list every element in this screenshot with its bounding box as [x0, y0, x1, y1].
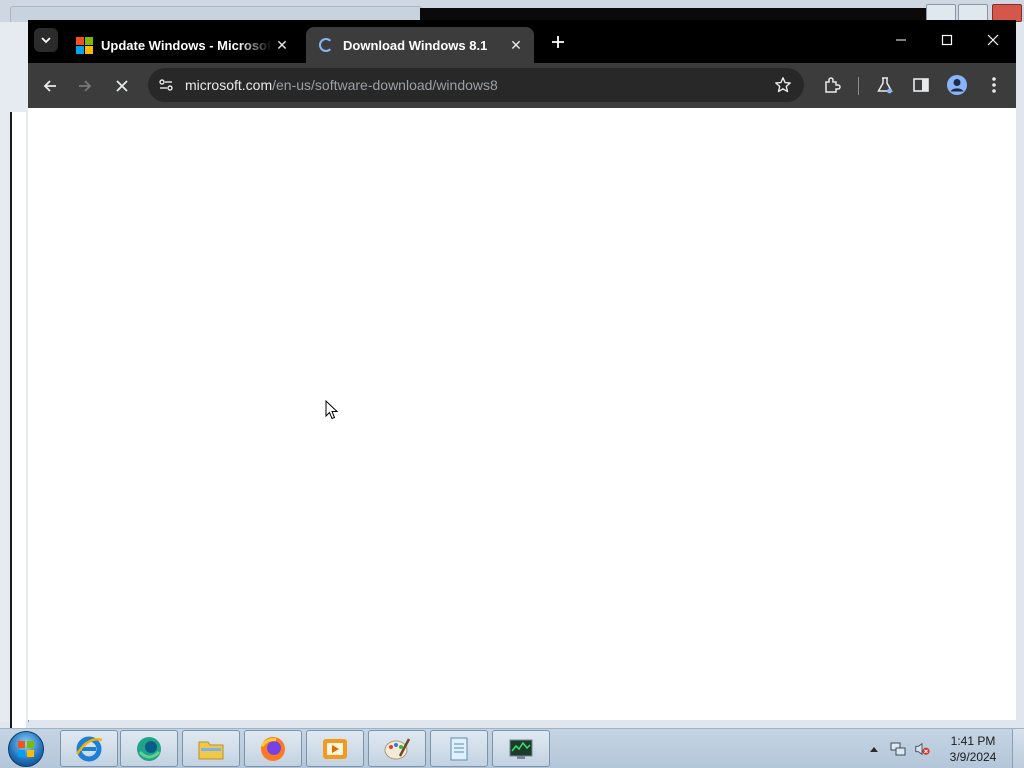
taskbar-internet-explorer[interactable]: [60, 730, 118, 767]
url-host: microsoft.com: [185, 77, 273, 93]
extensions-icon[interactable]: [819, 72, 845, 98]
forward-button[interactable]: [70, 71, 100, 101]
maximize-icon: [941, 34, 953, 46]
close-window-button[interactable]: [970, 20, 1016, 60]
page-viewport[interactable]: [28, 108, 1016, 720]
background-window-content: [10, 112, 26, 742]
new-tab-button[interactable]: [546, 30, 570, 54]
taskbar-file-explorer[interactable]: [182, 730, 240, 767]
paint-icon: [384, 737, 411, 759]
file-explorer-icon: [198, 741, 224, 759]
windows-logo-icon: [8, 731, 44, 767]
chevron-down-icon: [41, 37, 51, 44]
tab-search-button[interactable]: [34, 28, 58, 52]
start-button[interactable]: [6, 730, 46, 768]
tab-title: Download Windows 8.1: [343, 37, 488, 53]
profile-icon[interactable]: [944, 72, 970, 98]
taskbar-edge[interactable]: [120, 730, 178, 767]
background-window-edge: [0, 22, 29, 742]
close-icon[interactable]: ✕: [272, 35, 292, 55]
stop-loading-button[interactable]: [107, 71, 137, 101]
address-bar[interactable]: microsoft.com/en-us/software-download/wi…: [148, 68, 804, 102]
taskbar-task-manager[interactable]: [492, 730, 550, 767]
minimize-icon: [896, 39, 906, 41]
microsoft-logo-icon: [76, 37, 93, 54]
site-info-icon[interactable]: [156, 75, 176, 95]
show-hidden-icons-arrow-icon[interactable]: [866, 741, 882, 757]
side-panel-icon[interactable]: [908, 72, 934, 98]
network-icon[interactable]: [890, 741, 906, 757]
volume-muted-icon[interactable]: [914, 741, 930, 757]
back-arrow-icon: [43, 80, 56, 92]
close-icon[interactable]: ✕: [506, 35, 526, 55]
labs-flask-icon[interactable]: [872, 72, 898, 98]
more-menu-icon[interactable]: [981, 72, 1007, 98]
url-path: /en-us/software-download/windows8: [272, 77, 498, 93]
minimize-button[interactable]: [878, 20, 924, 60]
taskbar: 1:41 PM 3/9/2024: [0, 728, 1024, 768]
forward-arrow-icon: [79, 80, 92, 92]
taskbar-media-player[interactable]: [306, 730, 364, 767]
tab-update-windows[interactable]: Update Windows - Microsoft S ✕: [64, 27, 300, 63]
loading-spinner-icon: [318, 37, 334, 53]
taskbar-paint[interactable]: [368, 730, 426, 767]
tab-strip: Update Windows - Microsoft S ✕ Download …: [28, 20, 1016, 63]
firefox-icon: [260, 736, 285, 761]
edge-icon: [137, 736, 161, 761]
tab-download-windows[interactable]: Download Windows 8.1 ✕: [306, 27, 534, 63]
stop-loading-icon: [116, 80, 128, 92]
address-url: microsoft.com/en-us/software-download/wi…: [185, 77, 498, 93]
tab-title: Update Windows - Microsoft S: [101, 37, 272, 53]
maximize-button[interactable]: [924, 20, 970, 60]
plus-icon: [552, 36, 564, 48]
clock-date: 3/9/2024: [949, 750, 997, 764]
taskbar-notepad[interactable]: [430, 730, 488, 767]
notepad-icon: [450, 737, 468, 760]
show-desktop-button[interactable]: [1012, 729, 1024, 768]
clock-time: 1:41 PM: [950, 734, 996, 748]
close-icon: [987, 34, 999, 46]
taskbar-clock[interactable]: 1:41 PM 3/9/2024: [940, 733, 1006, 765]
mouse-cursor-icon: [325, 399, 339, 425]
toolbar-separator: [858, 77, 859, 95]
taskbar-firefox[interactable]: [244, 730, 302, 767]
internet-explorer-icon: [75, 736, 103, 761]
back-button[interactable]: [35, 71, 65, 101]
task-manager-icon: [509, 739, 533, 759]
browser-window: Update Windows - Microsoft S ✕ Download …: [28, 20, 1016, 720]
bookmark-star-icon[interactable]: [772, 74, 794, 96]
browser-toolbar: microsoft.com/en-us/software-download/wi…: [28, 63, 1016, 108]
media-player-icon: [323, 738, 347, 759]
